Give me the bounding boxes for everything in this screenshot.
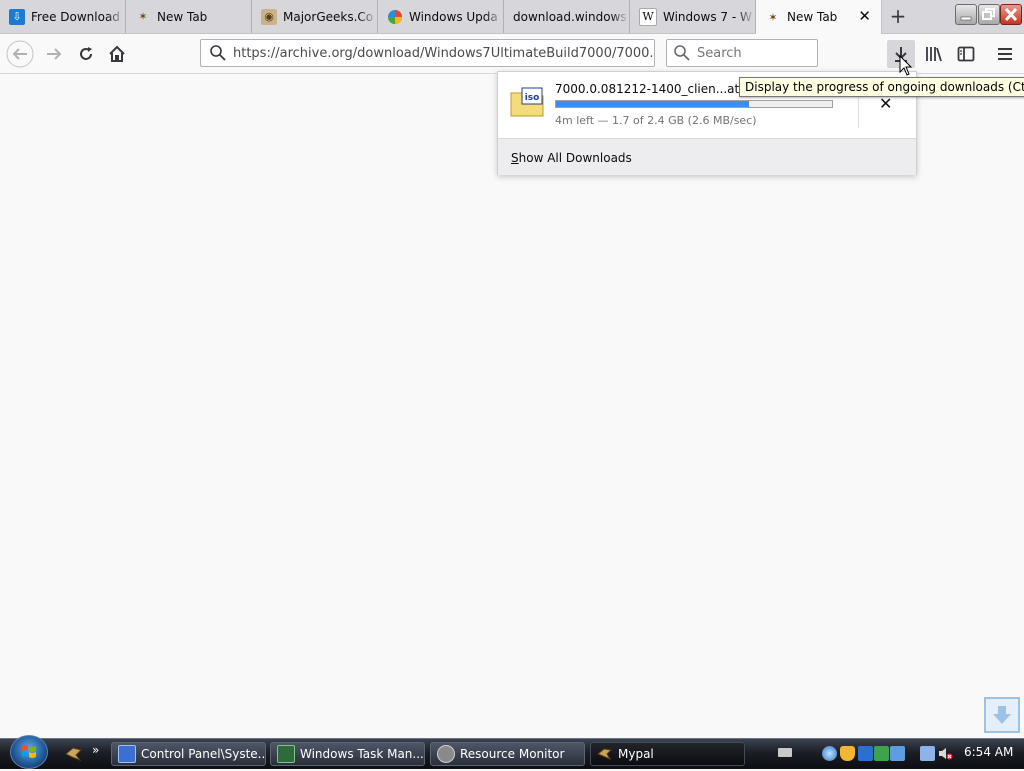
task-manager-icon bbox=[277, 745, 295, 763]
arrow-down-icon bbox=[993, 706, 1011, 724]
quicklaunch-chevron-icon[interactable]: » bbox=[92, 743, 99, 757]
tab-new-tab-active[interactable]: ✶ New Tab ✕ bbox=[756, 0, 882, 34]
taskbar: » Control Panel\Syste... Windows Task Ma… bbox=[0, 735, 1024, 769]
url-text[interactable]: https://archive.org/download/Windows7Ult… bbox=[233, 46, 654, 61]
software-download-favicon-icon: ⇩ bbox=[9, 8, 25, 25]
minimize-window-button[interactable] bbox=[955, 4, 977, 25]
tab-strip: ⇩ Free Download ✶ New Tab ◉ MajorGeeks.C… bbox=[0, 0, 1024, 34]
home-icon bbox=[109, 45, 125, 62]
new-tab-button[interactable]: + bbox=[886, 5, 910, 29]
updates-icon[interactable] bbox=[890, 746, 905, 761]
security-shield-icon[interactable] bbox=[840, 746, 855, 761]
url-bar[interactable]: https://archive.org/download/Windows7Ult… bbox=[200, 39, 655, 67]
keyboard-layout-icon[interactable] bbox=[778, 748, 792, 757]
back-button[interactable] bbox=[6, 40, 34, 68]
display-icon[interactable] bbox=[858, 746, 873, 761]
tab-free-download[interactable]: ⇩ Free Download bbox=[0, 0, 126, 33]
library-button[interactable] bbox=[920, 40, 948, 68]
restore-icon bbox=[982, 8, 995, 20]
downloads-footer: Show All Downloads bbox=[498, 138, 916, 175]
majorgeeks-favicon-icon: ◉ bbox=[261, 8, 277, 25]
network-connection-icon[interactable] bbox=[920, 746, 935, 761]
search-input[interactable] bbox=[695, 44, 809, 62]
tab-majorgeeks[interactable]: ◉ MajorGeeks.Co bbox=[252, 0, 378, 33]
download-progress-bar bbox=[555, 100, 833, 108]
search-icon bbox=[210, 45, 226, 61]
tab-windows-update[interactable]: Windows Upda bbox=[378, 0, 504, 33]
taskbar-task-manager[interactable]: Windows Task Man... bbox=[270, 742, 425, 766]
show-all-accesskey: S bbox=[511, 151, 519, 165]
download-status: 4m left — 1.7 of 2.4 GB (2.6 MB/sec) bbox=[555, 114, 757, 127]
close-icon bbox=[1004, 7, 1018, 22]
windows-logo-icon bbox=[22, 745, 36, 758]
sidebar-button[interactable] bbox=[952, 40, 980, 68]
gecko-favicon-icon: ✶ bbox=[138, 10, 148, 23]
close-window-button[interactable] bbox=[1000, 4, 1022, 25]
downloads-tooltip: Display the progress of ongoing download… bbox=[739, 77, 1024, 97]
status-green-icon[interactable] bbox=[874, 746, 889, 761]
library-icon bbox=[926, 47, 942, 62]
mypal-icon bbox=[597, 748, 613, 761]
network-globe-icon[interactable] bbox=[822, 746, 837, 761]
restore-window-button[interactable] bbox=[978, 4, 1000, 25]
file-type-label: iso bbox=[525, 93, 540, 103]
tab-close-icon[interactable]: ✕ bbox=[858, 9, 871, 24]
resource-monitor-icon bbox=[437, 745, 455, 763]
iso-file-icon: iso bbox=[510, 87, 544, 117]
search-bar[interactable] bbox=[666, 39, 818, 67]
taskbar-clock[interactable]: 6:54 AM bbox=[964, 745, 1013, 759]
reload-button[interactable] bbox=[72, 40, 100, 68]
scroll-down-button[interactable] bbox=[984, 697, 1020, 733]
tab-windows-7-wikipedia[interactable]: W Windows 7 - W bbox=[630, 0, 756, 33]
minimize-icon bbox=[960, 16, 972, 21]
forward-arrow-icon bbox=[47, 48, 62, 60]
reload-icon bbox=[80, 47, 92, 60]
mypal-quicklaunch-icon[interactable] bbox=[64, 745, 84, 763]
cancel-download-icon[interactable]: ✕ bbox=[879, 96, 892, 112]
mouse-cursor-icon bbox=[899, 55, 913, 76]
wikipedia-favicon-icon: W bbox=[639, 7, 657, 26]
volume-muted-icon[interactable] bbox=[938, 746, 953, 761]
download-progress-fill bbox=[556, 101, 750, 107]
tab-new-tab-1[interactable]: ✶ New Tab bbox=[126, 0, 252, 33]
tab-download-windows[interactable]: download.windows bbox=[504, 0, 630, 33]
search-icon bbox=[674, 45, 690, 61]
show-all-label-rest: how All Downloads bbox=[518, 151, 632, 165]
gecko-favicon-icon: ✶ bbox=[768, 10, 778, 24]
taskbar-resource-monitor[interactable]: Resource Monitor bbox=[430, 742, 585, 766]
menu-button[interactable] bbox=[991, 40, 1019, 68]
home-button[interactable] bbox=[103, 40, 131, 68]
control-panel-icon bbox=[118, 745, 136, 763]
windows-update-favicon-icon bbox=[387, 9, 403, 25]
taskbar-mypal[interactable]: Mypal bbox=[590, 742, 745, 766]
start-button[interactable] bbox=[10, 735, 48, 769]
taskbar-control-panel[interactable]: Control Panel\Syste... bbox=[111, 742, 266, 766]
hamburger-menu-icon bbox=[998, 48, 1012, 60]
forward-button[interactable] bbox=[40, 40, 68, 68]
show-all-downloads-button[interactable]: Show All Downloads bbox=[511, 151, 632, 165]
back-arrow-icon bbox=[6, 40, 34, 68]
sidebar-icon bbox=[957, 46, 975, 62]
navigation-toolbar: https://archive.org/download/Windows7Ult… bbox=[0, 34, 1024, 74]
